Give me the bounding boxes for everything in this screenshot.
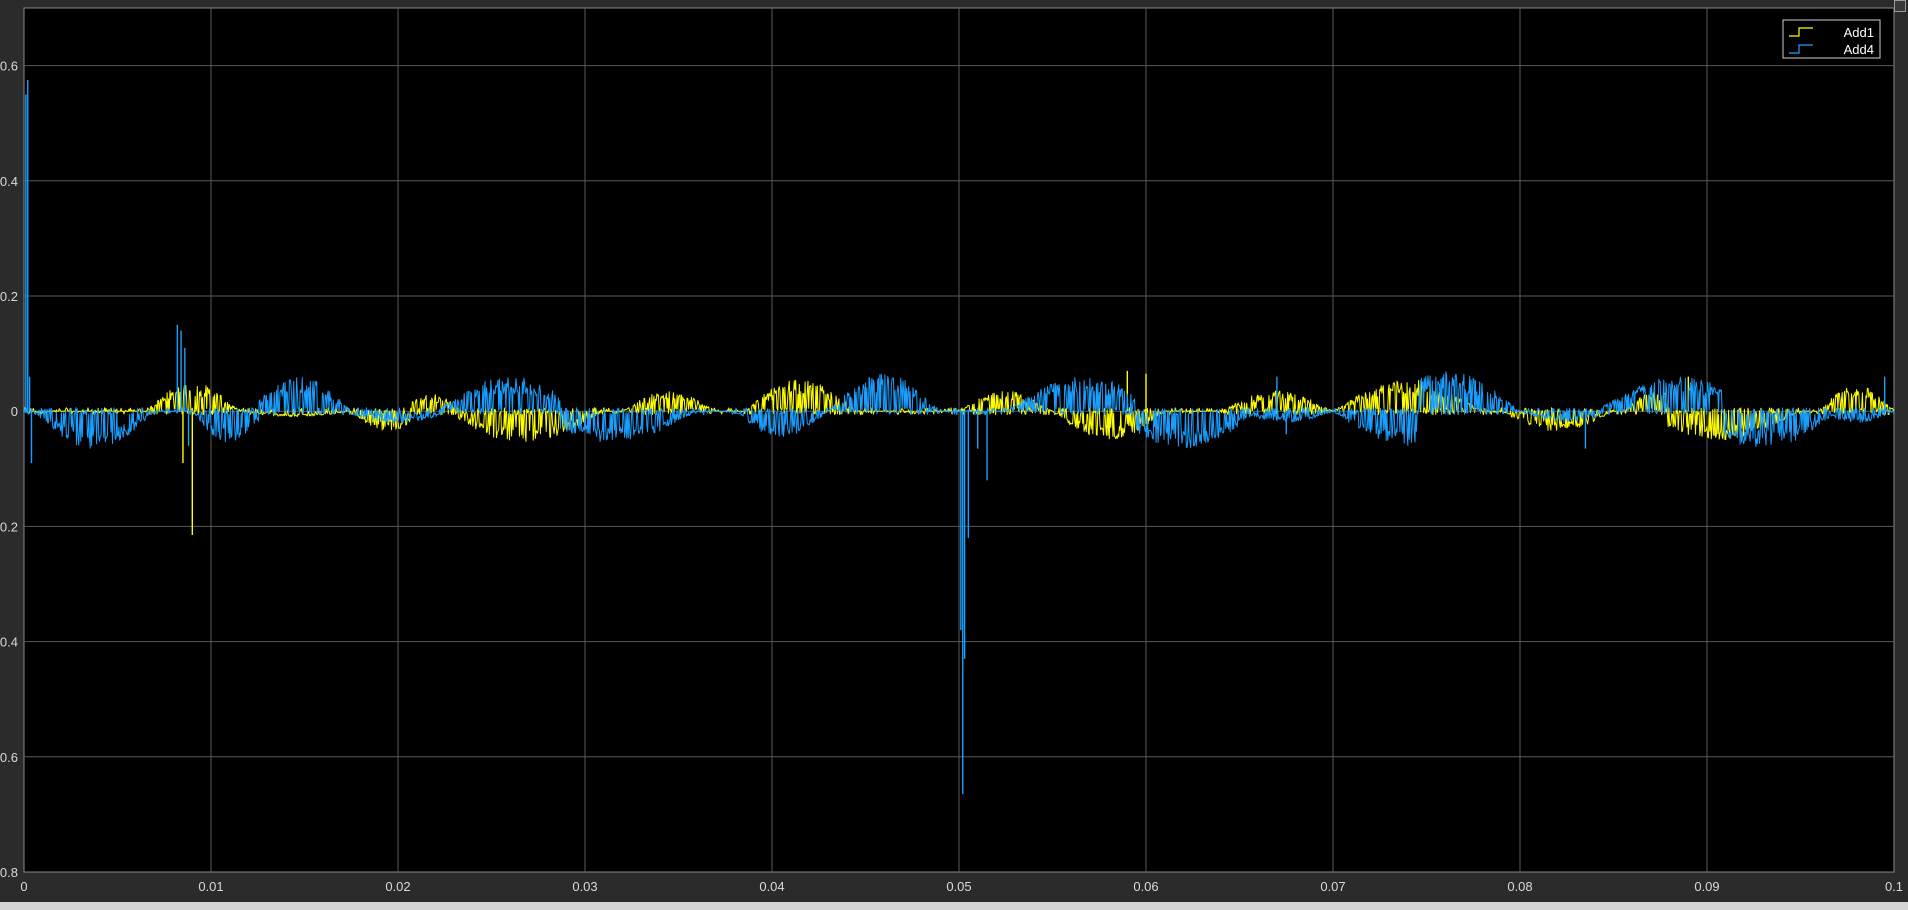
legend-label-add4: Add4 — [1844, 42, 1874, 57]
y-tick-label: 0.4 — [0, 174, 18, 189]
y-tick-label: 0 — [11, 404, 18, 419]
x-tick-label: 0.09 — [1694, 879, 1719, 894]
legend[interactable]: Add1 Add4 — [1782, 19, 1881, 59]
y-tick-label: 0.2 — [0, 289, 18, 304]
x-tick-label: 0.05 — [946, 879, 971, 894]
x-tick-label: 0 — [20, 879, 27, 894]
plot-area[interactable]: 0 0.01 0.02 0.03 0.04 0.05 0.06 0.07 0.08 0.09 0.1… — [0, 0, 1908, 910]
x-tick-label: 0.06 — [1133, 879, 1158, 894]
legend-label-add1: Add1 — [1844, 25, 1874, 40]
scope-window: 0 0.01 0.02 0.03 0.04 0.05 0.06 0.07 0.08 0.09 0.1… — [0, 0, 1908, 910]
x-tick-label: 0.07 — [1320, 879, 1345, 894]
status-bar — [0, 902, 1908, 910]
x-tick-label: 0.04 — [759, 879, 784, 894]
y-tick-label: 0.6 — [0, 59, 18, 74]
y-tick-label: 0.2 — [0, 519, 18, 534]
x-tick-label: 0.1 — [1885, 879, 1903, 894]
y-tick-label: 0.4 — [0, 635, 18, 650]
x-tick-label: 0.03 — [572, 879, 597, 894]
undock-icon[interactable] — [1894, 0, 1906, 12]
y-tick-label: 0.6 — [0, 750, 18, 765]
x-tick-label: 0.02 — [385, 879, 410, 894]
x-tick-label: 0.01 — [198, 879, 223, 894]
x-tick-label: 0.08 — [1507, 879, 1532, 894]
y-tick-label: 0.8 — [0, 865, 18, 880]
